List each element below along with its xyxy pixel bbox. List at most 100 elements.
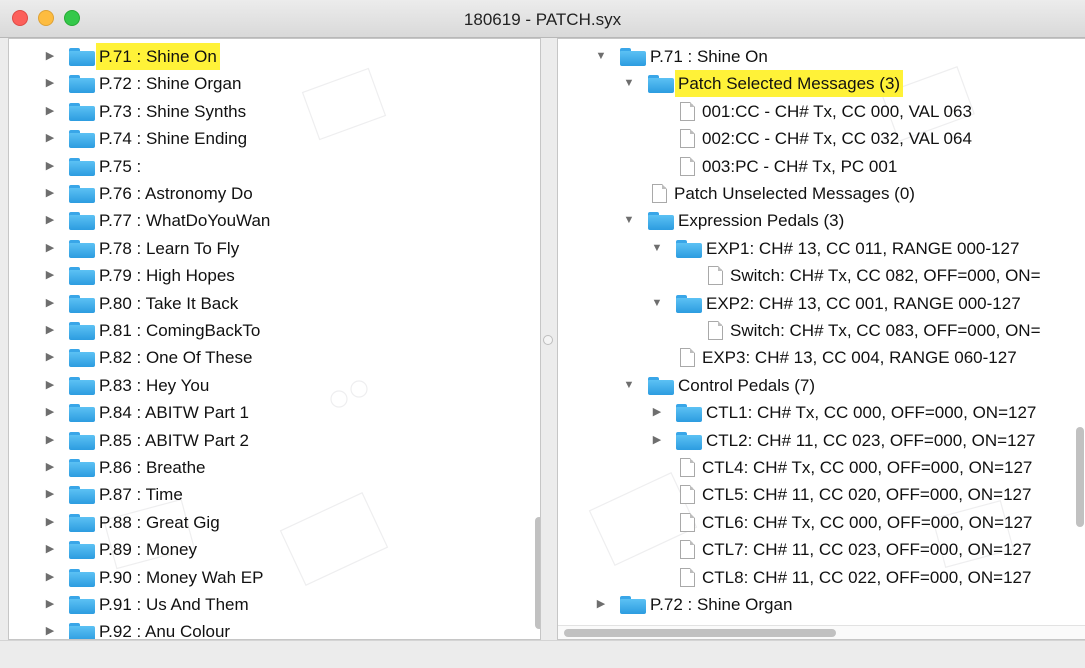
detail-tree-node[interactable]: ▼ EXP1: CH# 13, CC 011, RANGE 000-127 bbox=[558, 235, 1085, 262]
folder-icon bbox=[69, 157, 95, 176]
detail-tree-node[interactable]: EXP3: CH# 13, CC 004, RANGE 060-127 bbox=[558, 344, 1085, 371]
detail-tree-node[interactable]: Switch: CH# Tx, CC 082, OFF=000, ON= bbox=[558, 262, 1085, 289]
triangle-right-icon[interactable]: ▶ bbox=[43, 427, 57, 454]
patch-tree-item[interactable]: ▶ P.80 : Take It Back bbox=[9, 290, 529, 317]
triangle-down-icon[interactable]: ▼ bbox=[622, 207, 636, 234]
right-vertical-scrollbar[interactable] bbox=[1076, 427, 1084, 527]
detail-tree-node[interactable]: ▼ Patch Selected Messages (3) bbox=[558, 70, 1085, 98]
detail-tree-node[interactable]: ▶ P.72 : Shine Organ bbox=[558, 591, 1085, 618]
patch-tree-item[interactable]: ▶ P.77 : WhatDoYouWan bbox=[9, 207, 529, 234]
triangle-right-icon[interactable]: ▶ bbox=[43, 180, 57, 207]
patch-tree-item[interactable]: ▶ P.82 : One Of These bbox=[9, 344, 529, 371]
patch-tree-item[interactable]: ▶ P.78 : Learn To Fly bbox=[9, 235, 529, 262]
patch-tree-item[interactable]: ▶ P.88 : Great Gig bbox=[9, 509, 529, 536]
triangle-down-icon[interactable]: ▼ bbox=[650, 290, 664, 317]
triangle-right-icon[interactable]: ▶ bbox=[43, 591, 57, 618]
patch-tree-item[interactable]: ▶ P.72 : Shine Organ bbox=[9, 70, 529, 97]
triangle-right-icon[interactable]: ▶ bbox=[43, 454, 57, 481]
folder-icon bbox=[69, 596, 95, 614]
triangle-right-icon[interactable]: ▶ bbox=[650, 427, 664, 454]
triangle-right-icon[interactable]: ▶ bbox=[43, 70, 57, 97]
triangle-down-icon[interactable]: ▼ bbox=[594, 43, 608, 70]
folder-icon bbox=[69, 294, 95, 313]
patch-tree-item[interactable]: ▶ P.73 : Shine Synths bbox=[9, 98, 529, 125]
patch-tree-item[interactable]: ▶ P.87 : Time bbox=[9, 481, 529, 508]
triangle-right-icon[interactable]: ▶ bbox=[43, 153, 57, 180]
triangle-right-icon[interactable]: ▶ bbox=[43, 399, 57, 426]
document-icon bbox=[680, 485, 695, 505]
patch-list-tree[interactable]: ▶ P.71 : Shine On ▶ P.72 : Shine Organ ▶ P.73… bbox=[8, 38, 541, 640]
patch-item-label: P.72 : Shine Organ bbox=[99, 74, 242, 94]
divider-handle-icon[interactable] bbox=[543, 335, 553, 345]
triangle-right-icon[interactable]: ▶ bbox=[43, 290, 57, 317]
detail-tree-node[interactable]: 001:CC - CH# Tx, CC 000, VAL 063 bbox=[558, 98, 1085, 125]
folder-icon bbox=[69, 568, 95, 587]
detail-tree-node[interactable]: CTL8: CH# 11, CC 022, OFF=000, ON=127 bbox=[558, 564, 1085, 591]
detail-tree-node[interactable]: 003:PC - CH# Tx, PC 001 bbox=[558, 153, 1085, 180]
folder-icon bbox=[676, 239, 702, 258]
detail-tree-node[interactable]: 002:CC - CH# Tx, CC 032, VAL 064 bbox=[558, 125, 1085, 152]
triangle-down-icon[interactable]: ▼ bbox=[650, 235, 664, 262]
triangle-right-icon[interactable]: ▶ bbox=[43, 317, 57, 344]
patch-tree-item[interactable]: ▶ P.76 : Astronomy Do bbox=[9, 180, 529, 207]
triangle-right-icon[interactable]: ▶ bbox=[43, 98, 57, 125]
patch-tree-item[interactable]: ▶ P.71 : Shine On bbox=[9, 43, 529, 70]
patch-tree-item[interactable]: ▶ P.92 : Anu Colour bbox=[9, 618, 529, 639]
triangle-right-icon[interactable]: ▶ bbox=[43, 262, 57, 289]
detail-tree-node[interactable]: CTL5: CH# 11, CC 020, OFF=000, ON=127 bbox=[558, 481, 1085, 508]
patch-tree-item[interactable]: ▶ P.90 : Money Wah EP bbox=[9, 564, 529, 591]
patch-tree-item[interactable]: ▶ P.79 : High Hopes bbox=[9, 262, 529, 289]
patch-tree-item[interactable]: ▶ P.81 : ComingBackTo bbox=[9, 317, 529, 344]
patch-tree-item[interactable]: ▶ P.86 : Breathe bbox=[9, 454, 529, 481]
triangle-right-icon[interactable]: ▶ bbox=[43, 125, 57, 152]
patch-tree-item[interactable]: ▶ P.84 : ABITW Part 1 bbox=[9, 399, 529, 426]
right-horizontal-scrollbar[interactable] bbox=[558, 625, 1085, 639]
detail-tree-node[interactable]: CTL4: CH# Tx, CC 000, OFF=000, ON=127 bbox=[558, 454, 1085, 481]
triangle-right-icon[interactable]: ▶ bbox=[43, 618, 57, 639]
status-bar bbox=[0, 640, 1085, 668]
patch-tree-item[interactable]: ▶ P.91 : Us And Them bbox=[9, 591, 529, 618]
triangle-right-icon[interactable]: ▶ bbox=[43, 536, 57, 563]
detail-tree-node[interactable]: ▼ P.71 : Shine On bbox=[558, 43, 1085, 70]
detail-tree-node[interactable]: ▶ CTL1: CH# Tx, CC 000, OFF=000, ON=127 bbox=[558, 399, 1085, 426]
patch-item-label: P.71 : Shine On bbox=[96, 43, 220, 70]
patch-item-label: P.74 : Shine Ending bbox=[99, 129, 248, 149]
triangle-right-icon[interactable]: ▶ bbox=[594, 591, 608, 618]
triangle-right-icon[interactable]: ▶ bbox=[43, 509, 57, 536]
triangle-down-icon[interactable]: ▼ bbox=[622, 70, 636, 97]
patch-tree-item[interactable]: ▶ P.89 : Money bbox=[9, 536, 529, 563]
patch-tree-item[interactable]: ▶ P.85 : ABITW Part 2 bbox=[9, 427, 529, 454]
detail-node-label: Switch: CH# Tx, CC 082, OFF=000, ON= bbox=[730, 266, 1041, 286]
detail-tree-node[interactable]: CTL6: CH# Tx, CC 000, OFF=000, ON=127 bbox=[558, 509, 1085, 536]
triangle-right-icon[interactable]: ▶ bbox=[43, 481, 57, 508]
patch-item-label: P.91 : Us And Them bbox=[99, 595, 249, 614]
patch-tree-item[interactable]: ▶ P.74 : Shine Ending bbox=[9, 125, 529, 152]
folder-icon bbox=[69, 185, 95, 203]
triangle-right-icon[interactable]: ▶ bbox=[43, 344, 57, 371]
patch-item-label: P.82 : One Of These bbox=[99, 348, 253, 368]
triangle-right-icon[interactable]: ▶ bbox=[43, 235, 57, 262]
patch-tree-item[interactable]: ▶ P.83 : Hey You bbox=[9, 372, 529, 399]
triangle-right-icon[interactable]: ▶ bbox=[43, 43, 57, 70]
patch-tree-item[interactable]: ▶ P.75 : bbox=[9, 153, 529, 180]
right-horizontal-scroll-thumb[interactable] bbox=[564, 629, 836, 637]
patch-detail-tree[interactable]: ▼ P.71 : Shine On ▼ Patch Selected Messages… bbox=[557, 38, 1085, 640]
detail-tree-node[interactable]: Switch: CH# Tx, CC 083, OFF=000, ON= bbox=[558, 317, 1085, 344]
detail-tree-node[interactable]: Patch Unselected Messages (0) bbox=[558, 180, 1085, 207]
triangle-right-icon[interactable]: ▶ bbox=[650, 399, 664, 426]
detail-tree-node[interactable]: ▼ Expression Pedals (3) bbox=[558, 207, 1085, 234]
triangle-right-icon[interactable]: ▶ bbox=[43, 564, 57, 591]
patch-item-label: P.84 : ABITW Part 1 bbox=[99, 403, 249, 423]
folder-icon bbox=[69, 541, 95, 560]
folder-icon bbox=[69, 212, 95, 231]
patch-item-label: P.90 : Money Wah EP bbox=[99, 567, 264, 587]
detail-tree-node[interactable]: CTL7: CH# 11, CC 023, OFF=000, ON=127 bbox=[558, 536, 1085, 563]
detail-node-label: P.72 : Shine Organ bbox=[650, 595, 793, 614]
detail-tree-node[interactable]: ▼ EXP2: CH# 13, CC 001, RANGE 000-127 bbox=[558, 290, 1085, 317]
detail-tree-node[interactable]: ▶ CTL2: CH# 11, CC 023, OFF=000, ON=127 bbox=[558, 427, 1085, 454]
detail-tree-node[interactable]: ▼ Control Pedals (7) bbox=[558, 372, 1085, 399]
patch-item-label: P.86 : Breathe bbox=[99, 458, 206, 477]
triangle-right-icon[interactable]: ▶ bbox=[43, 372, 57, 399]
triangle-down-icon[interactable]: ▼ bbox=[622, 372, 636, 399]
triangle-right-icon[interactable]: ▶ bbox=[43, 207, 57, 234]
